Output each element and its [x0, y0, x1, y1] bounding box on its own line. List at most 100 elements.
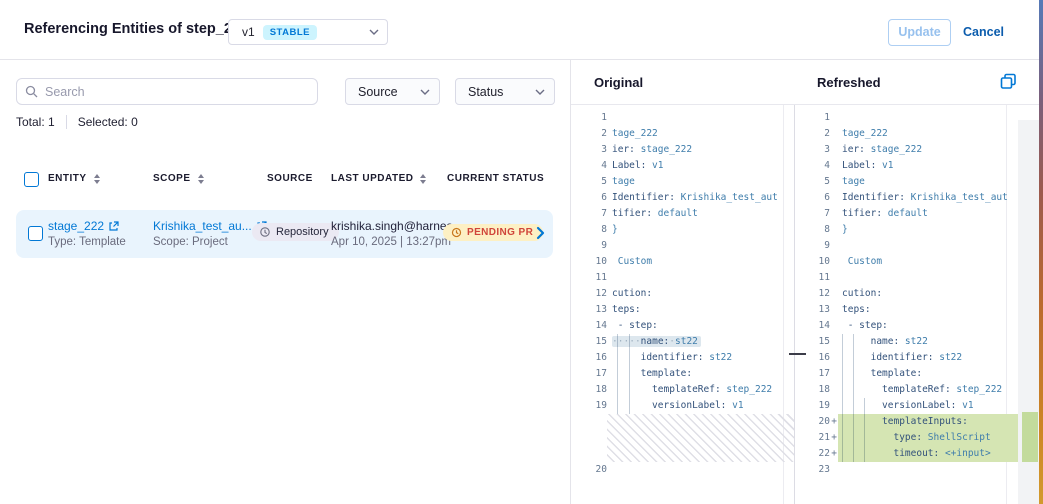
column-current-status: CURRENT STATUS — [447, 173, 544, 184]
line-number: 17 — [795, 366, 830, 382]
source-filter-label: Source — [358, 85, 398, 99]
code-line: 19 versionLabel: v1 — [795, 398, 1018, 414]
code-text — [838, 462, 842, 478]
entity-type: Type: Template — [48, 234, 126, 250]
update-button[interactable]: Update — [888, 19, 951, 46]
code-line: 4Label: v1 — [795, 158, 1018, 174]
changed-line-highlight: ·····name:·st22 — [612, 336, 701, 347]
code-line: 16 identifier: st22 — [795, 350, 1018, 366]
window-edge-gradient — [1039, 0, 1043, 504]
divider-drag-handle[interactable] — [789, 353, 806, 355]
code-line: 10 Custom — [795, 254, 1018, 270]
line-number: 3 — [795, 142, 830, 158]
repository-icon — [259, 226, 271, 238]
yaml-diff-view: Original Refreshed 12tage_2223ier: stage… — [570, 60, 1043, 504]
line-number: 12 — [795, 286, 830, 302]
line-number: 15 — [571, 334, 607, 350]
code-text: tage — [838, 174, 865, 190]
line-number: 2 — [795, 126, 830, 142]
code-text: tage_222 — [838, 126, 888, 142]
line-number: 7 — [571, 206, 607, 222]
diff-header: Original Refreshed — [571, 60, 1043, 105]
panel-divider[interactable] — [794, 60, 795, 504]
cancel-button[interactable]: Cancel — [963, 19, 1004, 46]
code-text — [838, 270, 842, 286]
code-line: 12cution: — [571, 286, 778, 302]
scope-link[interactable]: Krishika_test_au... — [153, 219, 252, 234]
line-number: 18 — [795, 382, 830, 398]
original-code-editor[interactable]: 12tage_2223ier: stage_2224Label: v15tage… — [571, 105, 794, 504]
chevron-down-icon — [535, 89, 545, 95]
code-text: - step: — [838, 318, 888, 334]
status-filter[interactable]: Status — [455, 78, 555, 105]
code-text: templateRef: step_222 — [609, 382, 772, 398]
code-line: 5tage — [795, 174, 1018, 190]
code-text: Label: v1 — [838, 158, 894, 174]
entity-link[interactable]: stage_222 — [48, 219, 104, 234]
chevron-down-icon — [420, 89, 430, 95]
code-line: 1 — [795, 110, 1018, 126]
code-text: } — [838, 222, 848, 238]
scope-level: Scope: Project — [153, 234, 267, 250]
expand-row-chevron[interactable] — [536, 226, 545, 240]
status-cell: PENDING PR — [443, 224, 543, 243]
code-line: 3ier: stage_222 — [571, 142, 778, 158]
code-text: type: ShellScript — [838, 430, 1018, 446]
line-number: 11 — [795, 270, 830, 286]
code-line: 9 — [571, 238, 778, 254]
code-text: tifier: default — [609, 206, 698, 222]
code-line: 7tifier: default — [571, 206, 778, 222]
line-number: 21+ — [795, 430, 830, 446]
line-number: 1 — [795, 110, 830, 126]
code-line: 13teps: — [795, 302, 1018, 318]
source-badge: Repository — [252, 223, 339, 241]
search-input[interactable] — [45, 85, 309, 99]
version-select[interactable]: v1 STABLE — [228, 19, 388, 45]
totals-bar: Total: 1 Selected: 0 — [16, 115, 138, 129]
line-number: 6 — [795, 190, 830, 206]
source-filter[interactable]: Source — [345, 78, 440, 105]
line-number: 10 — [795, 254, 830, 270]
table-row[interactable]: stage_222 Type: Template Krishika_test_a… — [16, 210, 553, 258]
added-line-plus: + — [831, 414, 837, 430]
referencing-entities-modal: Referencing Entities of step_222 v1 STAB… — [0, 0, 1043, 504]
refreshed-code-editor[interactable]: 12tage_2223ier: stage_2224Label: v15tage… — [795, 105, 1043, 504]
code-line: 11 — [795, 270, 1018, 286]
column-last-updated: LAST UPDATED — [331, 173, 426, 184]
code-line: 15 ·····name:·st22 — [571, 334, 778, 350]
line-number: 16 — [571, 350, 607, 366]
code-line: 18 templateRef: step_222 — [571, 382, 778, 398]
code-text: identifier: st22 — [609, 350, 732, 366]
code-line: 22+ timeout: <+input> — [795, 446, 1018, 462]
code-line: 12cution: — [795, 286, 1018, 302]
code-text: Identifier: Krishika_test_aut — [609, 190, 778, 206]
line-number: 22+ — [795, 446, 830, 462]
code-text: cution: — [609, 286, 652, 302]
row-checkbox[interactable] — [28, 226, 43, 241]
sort-icon[interactable] — [94, 174, 100, 184]
diff-gap — [571, 414, 778, 462]
line-number: 23 — [795, 462, 830, 478]
source-badge-label: Repository — [276, 226, 329, 238]
status-filter-label: Status — [468, 85, 503, 99]
sort-icon[interactable] — [420, 174, 426, 184]
code-text: tage — [609, 174, 635, 190]
code-text: timeout: <+input> — [838, 446, 1018, 462]
sort-icon[interactable] — [198, 174, 204, 184]
code-line: 15 name: st22 — [795, 334, 1018, 350]
code-line: 20+ templateInputs: — [795, 414, 1018, 430]
code-text — [838, 238, 842, 254]
line-number: 4 — [571, 158, 607, 174]
line-number: 9 — [795, 238, 830, 254]
external-link-icon[interactable] — [108, 221, 119, 232]
line-number: 7 — [795, 206, 830, 222]
code-line: 16 identifier: st22 — [571, 350, 778, 366]
line-number: 2 — [571, 126, 607, 142]
source-cell: Repository — [252, 223, 339, 243]
line-number: 20 — [571, 462, 607, 478]
code-line: 2tage_222 — [571, 126, 778, 142]
code-text: Identifier: Krishika_test_aut — [838, 190, 1008, 206]
code-line: 9 — [795, 238, 1018, 254]
copy-icon[interactable] — [1000, 73, 1017, 90]
column-source: SOURCE — [267, 173, 313, 184]
